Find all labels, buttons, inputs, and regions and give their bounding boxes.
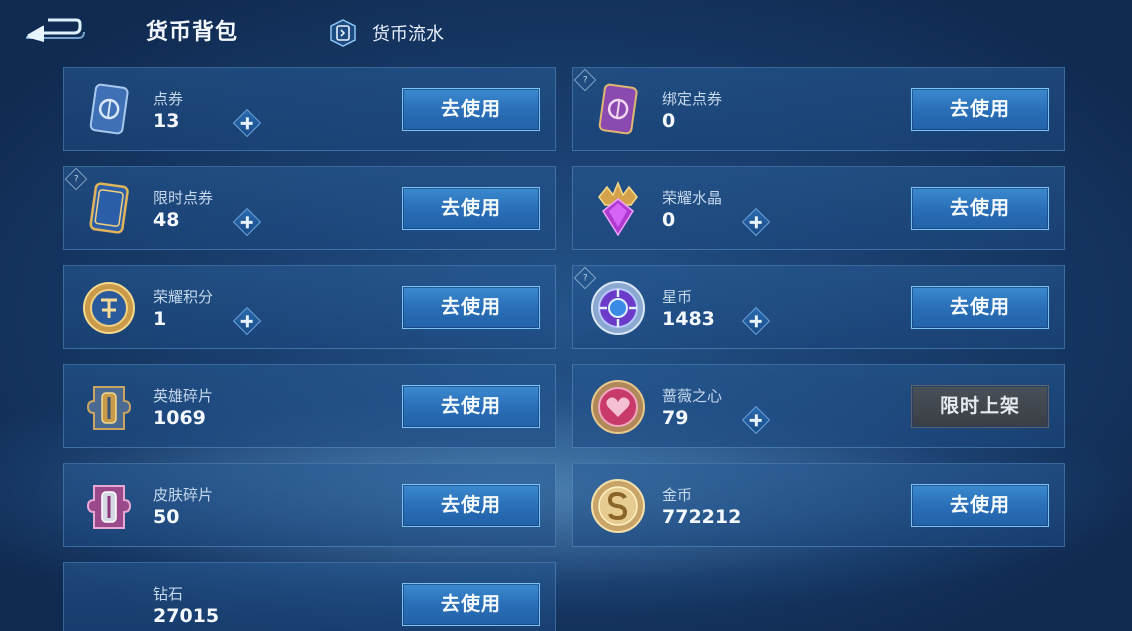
glory-points-coin-icon xyxy=(80,278,138,338)
currency-card-glory-points: 荣耀积分 1 去使用 xyxy=(63,265,556,349)
use-button[interactable]: 去使用 xyxy=(402,484,540,527)
glory-crystal-icon xyxy=(589,179,647,239)
currency-card-glory-crystal: 荣耀水晶 0 去使用 xyxy=(572,166,1065,250)
add-plus-button[interactable] xyxy=(741,207,771,237)
currency-amount: 50 xyxy=(153,506,180,528)
currency-card-voucher: 点券 13 去使用 xyxy=(63,67,556,151)
voucher-blue-icon xyxy=(80,80,138,140)
currency-name: 星币 xyxy=(662,288,693,306)
star-coin-icon xyxy=(589,278,647,338)
use-button[interactable]: 去使用 xyxy=(911,484,1049,527)
use-button[interactable]: 去使用 xyxy=(402,583,540,626)
hero-fragment-icon xyxy=(80,377,138,437)
use-button[interactable]: 去使用 xyxy=(402,286,540,329)
diamond-icon xyxy=(80,575,138,631)
use-button[interactable]: 去使用 xyxy=(402,385,540,428)
currency-name: 钻石 xyxy=(153,585,184,603)
back-arrow-icon xyxy=(26,18,85,42)
currency-name: 限时点券 xyxy=(153,189,214,207)
rose-heart-icon xyxy=(589,377,647,437)
currency-amount: 0 xyxy=(662,110,676,132)
currency-amount: 1069 xyxy=(153,407,206,429)
currency-card-rose-heart: 蔷薇之心 79 限时上架 xyxy=(572,364,1065,448)
currency-card-limited-voucher: ? 限时点券 48 去使用 xyxy=(63,166,556,250)
currency-name: 皮肤碎片 xyxy=(153,486,214,504)
currency-amount: 48 xyxy=(153,209,180,231)
currency-amount: 79 xyxy=(662,407,689,429)
currency-name: 蔷薇之心 xyxy=(662,387,723,405)
currency-flow-link[interactable]: 货币流水 xyxy=(330,18,444,48)
gold-coin-icon xyxy=(589,476,647,536)
use-button[interactable]: 去使用 xyxy=(402,187,540,230)
currency-name: 荣耀积分 xyxy=(153,288,214,306)
page-title: 货币背包 xyxy=(146,20,239,45)
currency-amount: 772212 xyxy=(662,506,742,528)
currency-flow-label: 货币流水 xyxy=(372,24,444,45)
use-button[interactable]: 去使用 xyxy=(911,88,1049,131)
bound-voucher-purple-icon xyxy=(589,80,647,140)
add-plus-button[interactable] xyxy=(741,405,771,435)
currency-flow-icon xyxy=(330,19,356,47)
skin-fragment-icon xyxy=(80,476,138,536)
currency-amount: 27015 xyxy=(153,605,220,627)
currency-name: 金币 xyxy=(662,486,693,504)
currency-name: 荣耀水晶 xyxy=(662,189,723,207)
currency-card-gold-coin: 金币 772212 去使用 xyxy=(572,463,1065,547)
add-plus-button[interactable] xyxy=(232,207,262,237)
use-button[interactable]: 去使用 xyxy=(911,286,1049,329)
currency-amount: 1 xyxy=(153,308,167,330)
currency-card-hero-fragment: 英雄碎片 1069 去使用 xyxy=(63,364,556,448)
currency-amount: 0 xyxy=(662,209,676,231)
currency-amount: 1483 xyxy=(662,308,715,330)
header-bar: 货币背包 货币流水 xyxy=(0,0,1132,64)
currency-card-skin-fragment: 皮肤碎片 50 去使用 xyxy=(63,463,556,547)
add-plus-button[interactable] xyxy=(232,108,262,138)
currency-amount: 13 xyxy=(153,110,180,132)
currency-card-star-coin: ? 星币 1483 去使用 xyxy=(572,265,1065,349)
add-plus-button[interactable] xyxy=(232,306,262,336)
currency-name: 英雄碎片 xyxy=(153,387,214,405)
use-button[interactable]: 去使用 xyxy=(911,187,1049,230)
add-plus-button[interactable] xyxy=(741,306,771,336)
limited-voucher-icon xyxy=(80,179,138,239)
limited-listing-button[interactable]: 限时上架 xyxy=(911,385,1049,428)
currency-name: 绑定点券 xyxy=(662,90,723,108)
use-button[interactable]: 去使用 xyxy=(402,88,540,131)
back-button[interactable] xyxy=(22,14,86,48)
currency-name: 点券 xyxy=(153,90,184,108)
currency-card-bound-voucher: ? 绑定点券 0 去使用 xyxy=(572,67,1065,151)
currency-card-diamond: 钻石 27015 去使用 xyxy=(63,562,556,631)
